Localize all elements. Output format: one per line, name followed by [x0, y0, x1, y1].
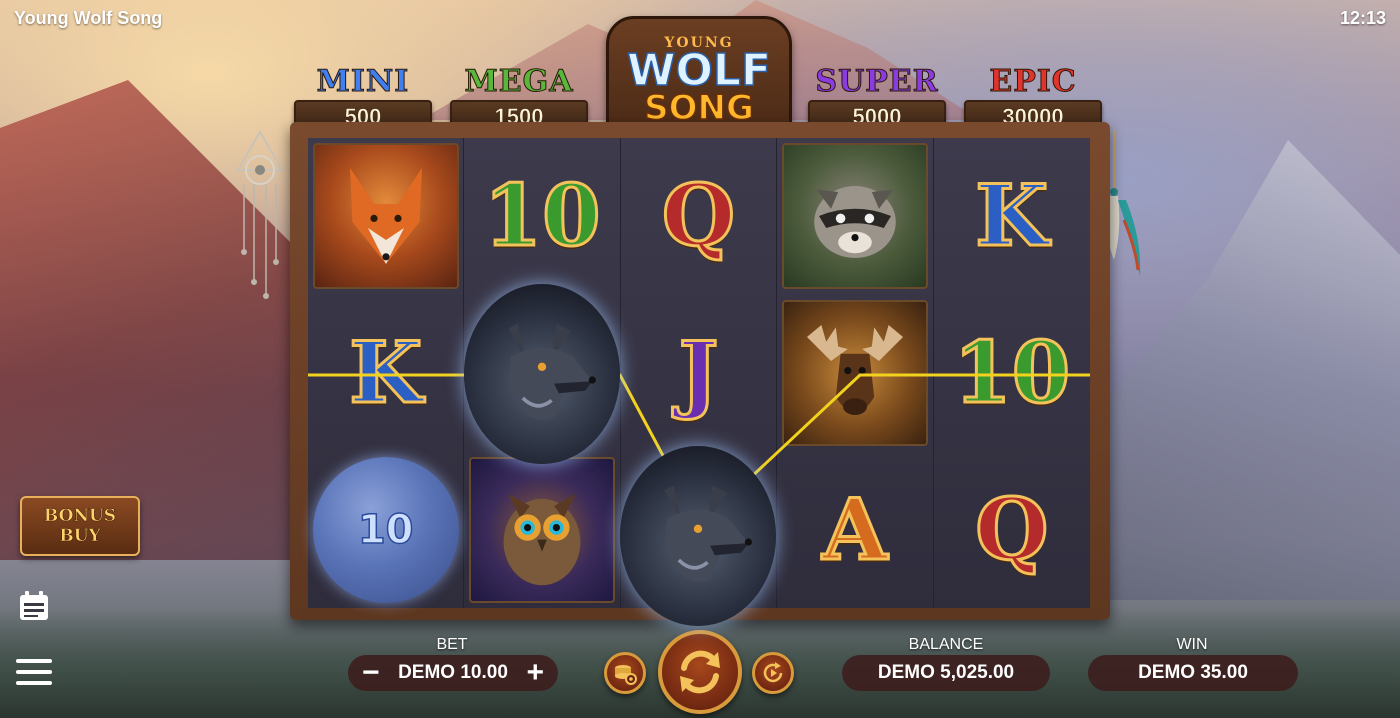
bet-label: BET — [436, 636, 468, 653]
reel-3-cell-1: Q — [621, 138, 776, 295]
bet-value: DEMO 10.00 — [398, 662, 508, 683]
reel-1-cell-3: 10 — [308, 451, 463, 608]
moon-value: 10 — [357, 506, 414, 554]
raccoon-icon — [781, 143, 928, 290]
reel-4-cell-3: A — [777, 451, 932, 608]
menu-hamburger-icon[interactable] — [14, 654, 54, 690]
symbol-10: 10 — [952, 322, 1072, 422]
jackpot-mini-label: MINI — [316, 64, 410, 99]
jackpot-mega-label: MEGA — [464, 64, 574, 99]
bet-control: − DEMO 10.00 + — [348, 655, 558, 691]
reel-2-cell-1: 10 — [464, 138, 619, 295]
moon-icon: 10 — [312, 456, 459, 603]
spin-arrows-icon — [680, 650, 720, 694]
wolf-icon — [620, 446, 776, 626]
bet-increase-button[interactable]: + — [526, 658, 544, 688]
win-label: WIN — [1176, 636, 1208, 653]
symbol-10: 10 — [482, 166, 602, 266]
reel-2-cell-3 — [464, 451, 619, 608]
jackpot-super-label: SUPER — [815, 64, 939, 99]
win-value: DEMO 35.00 — [1088, 655, 1298, 691]
coin-settings-button[interactable] — [604, 652, 646, 694]
reel-5-cell-2: 10 — [934, 295, 1090, 452]
owl-icon — [469, 456, 616, 603]
history-calendar-icon[interactable] — [16, 588, 52, 624]
reel-5-cell-1: K — [934, 138, 1090, 295]
moose-icon — [781, 299, 928, 446]
symbol-a: A — [821, 479, 889, 579]
logo-line-wolf: WOLF — [626, 45, 772, 96]
wolf-icon — [464, 284, 620, 464]
autoplay-icon — [763, 662, 783, 683]
clock: 12:13 — [1339, 8, 1386, 28]
logo-line-song: SONG — [643, 88, 754, 128]
app-title: Young Wolf Song — [14, 8, 163, 28]
autoplay-button[interactable] — [752, 652, 794, 694]
coins-gear-icon — [615, 665, 637, 685]
dreamcatcher-icon — [236, 130, 284, 299]
reel-4: A — [777, 138, 934, 608]
bet-decrease-button[interactable]: − — [362, 658, 380, 688]
symbol-q: Q — [974, 479, 1050, 579]
reel-4-cell-2 — [777, 295, 932, 452]
symbol-k: K — [348, 322, 424, 422]
symbol-q: Q — [660, 166, 736, 266]
reel-1-cell-2: K — [308, 295, 463, 452]
balance-value: DEMO 5,025.00 — [842, 655, 1050, 691]
bonus-buy-button[interactable]: BONUS BUY — [20, 496, 140, 556]
spin-button[interactable] — [658, 630, 742, 714]
reel-3-cell-2: J — [621, 295, 776, 452]
reel-5-cell-3: Q — [934, 451, 1090, 608]
reel-4-cell-1 — [777, 138, 932, 295]
symbol-k: K — [974, 166, 1050, 266]
symbol-j: J — [677, 322, 720, 422]
jackpot-epic-label: EPIC — [989, 64, 1077, 99]
reel-1: K 10 — [308, 138, 465, 608]
reel-1-cell-1 — [308, 138, 463, 295]
reel-5: K 10 Q — [934, 138, 1090, 608]
balance-label: BALANCE — [908, 636, 984, 653]
game-logo: YOUNG WOLF SONG — [606, 16, 792, 136]
fox-icon — [312, 143, 459, 290]
